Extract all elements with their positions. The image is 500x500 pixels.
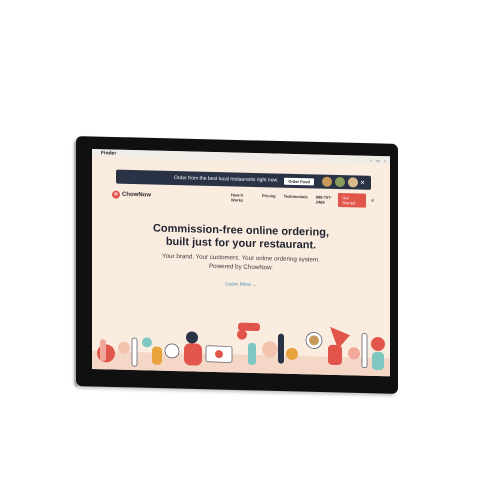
logo-text: ChowNow xyxy=(122,191,151,199)
wifi-icon[interactable]: ◔ xyxy=(370,157,372,162)
nav-link-testimonials[interactable]: Testimonials xyxy=(284,194,308,205)
menubar-app-name[interactable]: Finder xyxy=(101,150,116,156)
promo-food-images xyxy=(322,176,358,188)
promo-banner: Order from the best local restaurants ri… xyxy=(116,169,371,190)
close-icon[interactable]: ✕ xyxy=(360,179,365,186)
logo-icon: ✻ xyxy=(112,190,120,199)
get-started-button[interactable]: Get Started xyxy=(338,193,367,208)
nav-links: How It Works Pricing Testimonials 888-70… xyxy=(231,192,338,205)
nav-link-how-it-works[interactable]: How It Works xyxy=(231,192,254,203)
food-image xyxy=(335,176,345,188)
food-image xyxy=(322,176,332,187)
restaurant-illustration xyxy=(92,309,390,377)
site-nav: ✻ ChowNow How It Works Pricing Testimoni… xyxy=(112,187,374,208)
promo-text: Order from the best local restaurants ri… xyxy=(174,175,279,184)
hero-title: Commission-free online ordering, built j… xyxy=(92,221,390,254)
nav-link-phone[interactable]: 888-707-2469 xyxy=(316,194,339,205)
order-food-button[interactable]: Order Food xyxy=(284,177,314,185)
screen: Finder ◔ ▭ ⌕ Order from the best local r… xyxy=(92,149,390,377)
illustration-graphic xyxy=(92,322,390,377)
chownow-logo[interactable]: ✻ ChowNow xyxy=(112,190,151,199)
food-image xyxy=(348,177,358,188)
battery-icon[interactable]: ▭ xyxy=(376,157,380,162)
menubar-status-icons: ◔ ▭ ⌕ xyxy=(370,157,386,162)
nav-link-pricing[interactable]: Pricing xyxy=(262,193,276,203)
hero-subtitle: Your brand. Your customers. Your online … xyxy=(92,250,390,275)
learn-more-link[interactable]: Learn More ⌄ xyxy=(92,278,390,291)
menu-icon[interactable]: ≡ xyxy=(371,198,374,204)
imac-device: Finder ◔ ▭ ⌕ Order from the best local r… xyxy=(0,0,500,500)
search-icon[interactable]: ⌕ xyxy=(384,158,386,163)
